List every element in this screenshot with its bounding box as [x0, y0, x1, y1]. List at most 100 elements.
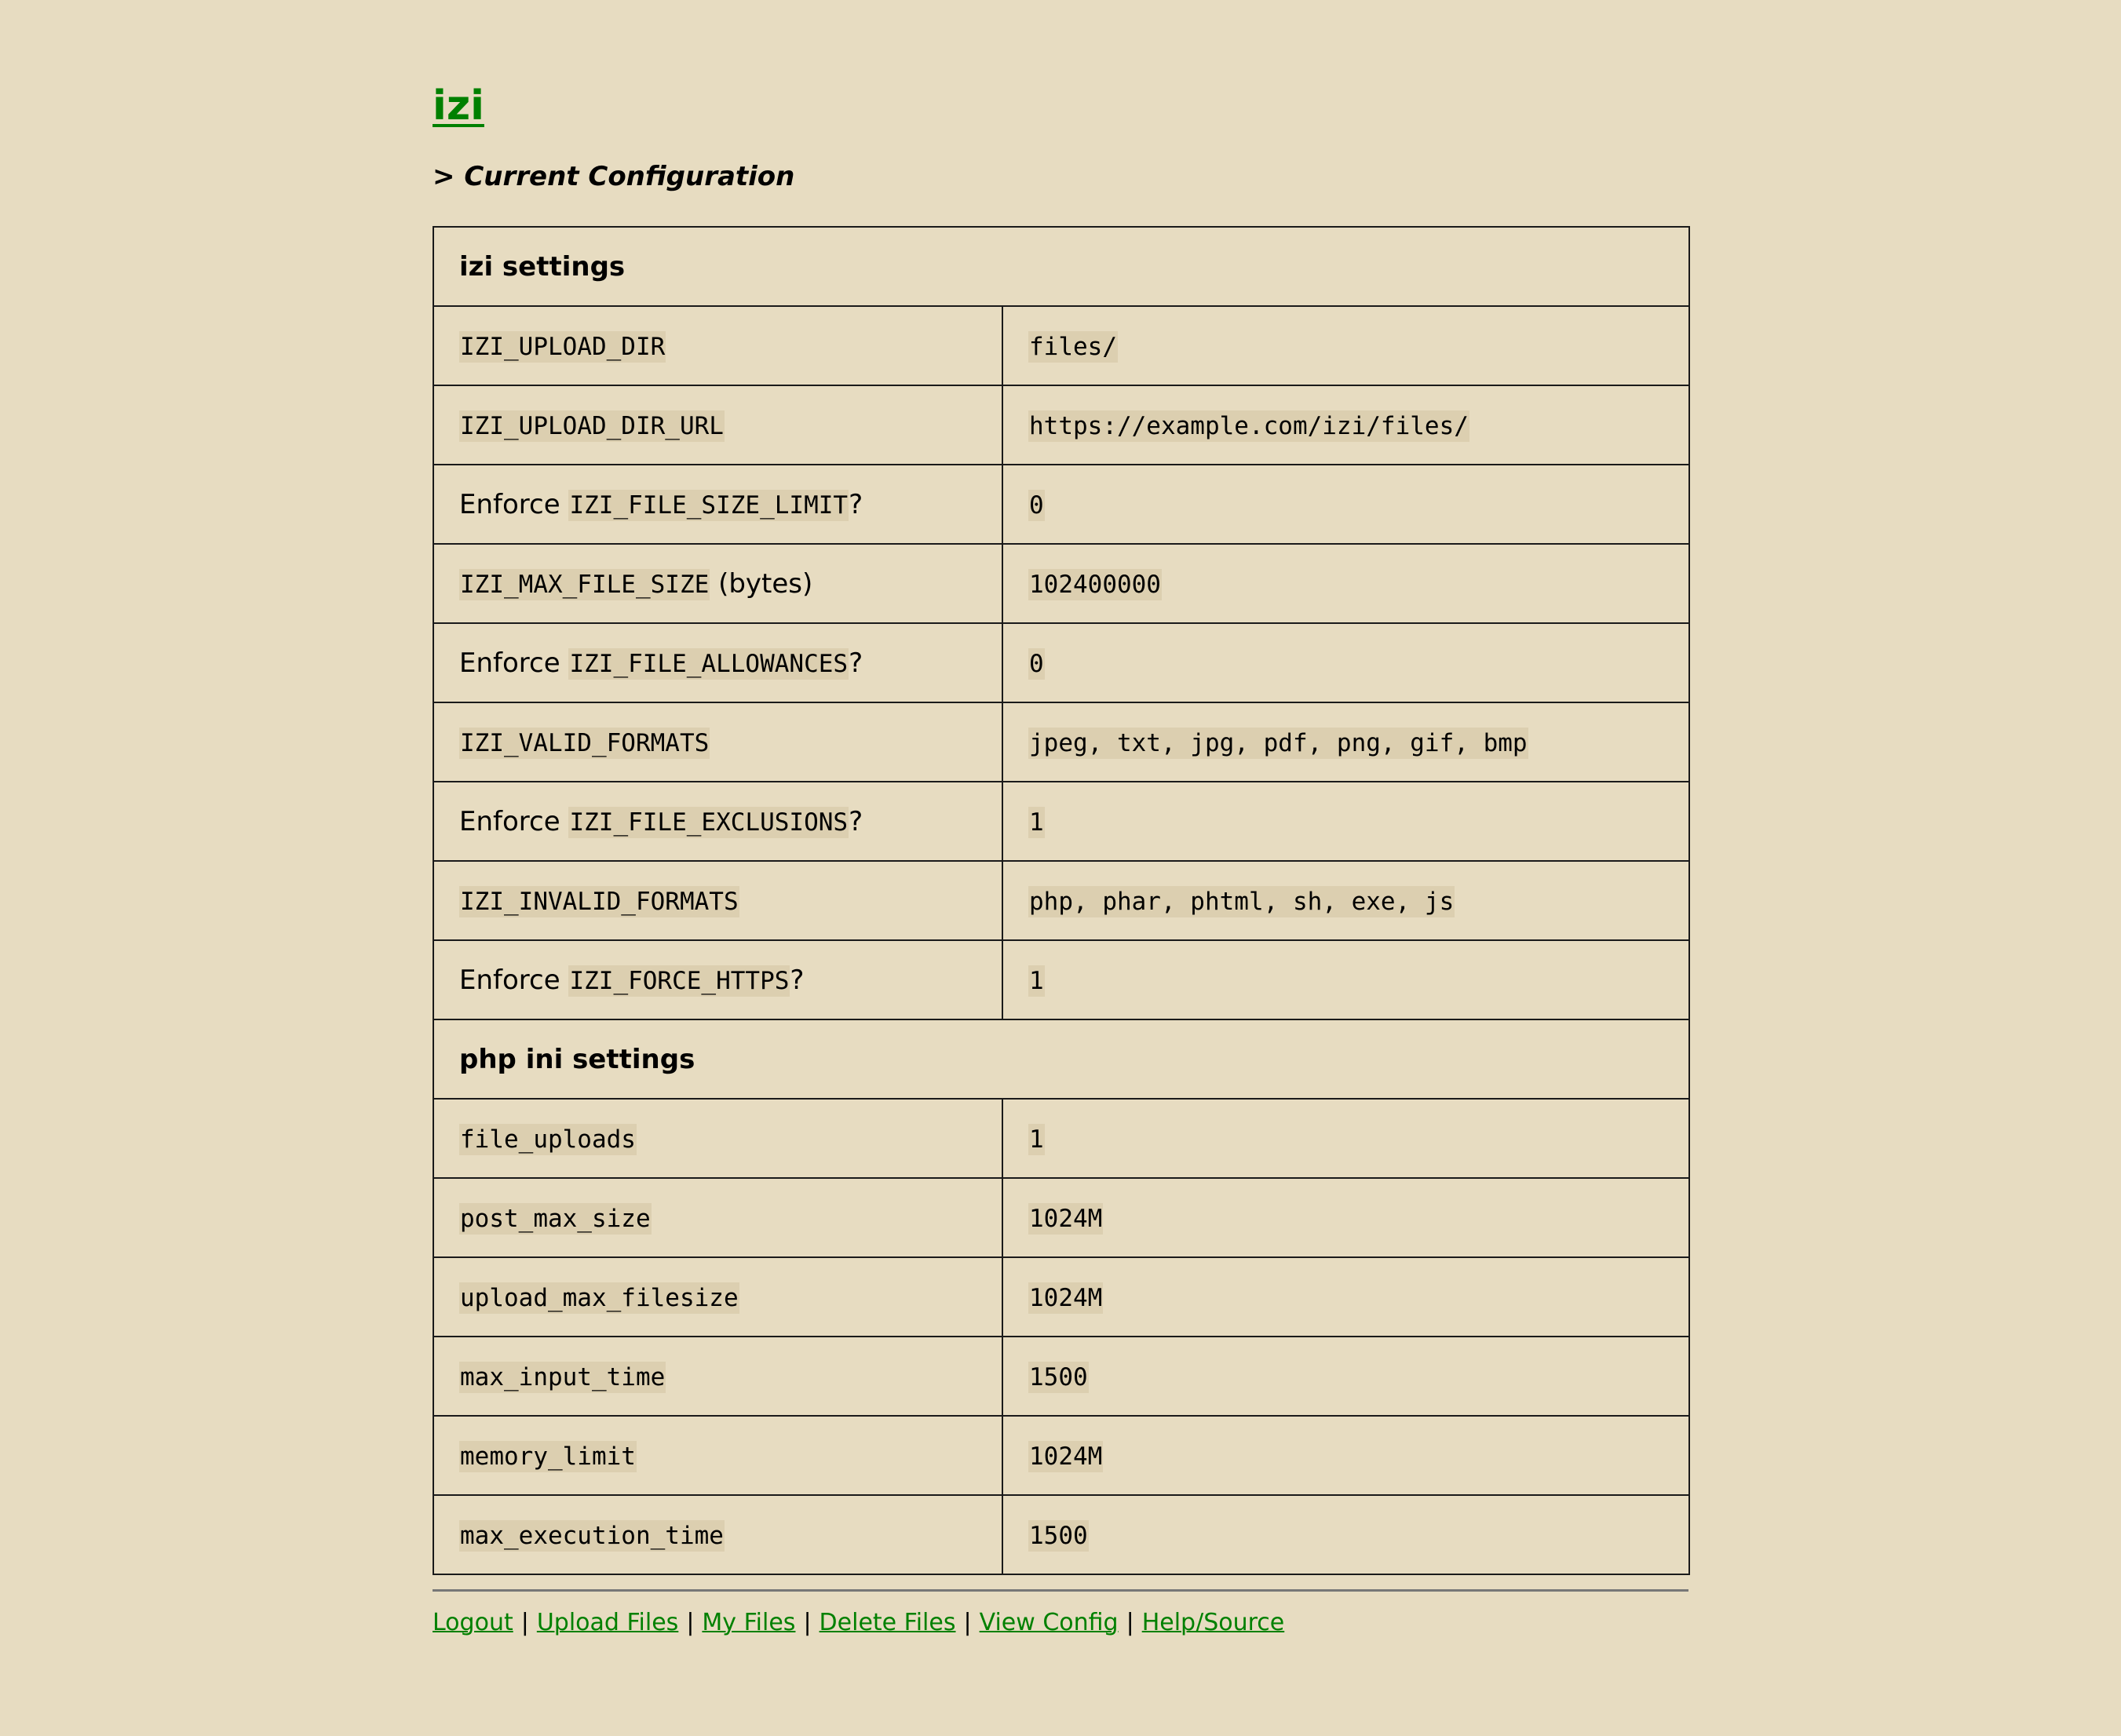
setting-key: memory_limit: [433, 1415, 1003, 1496]
setting-code: IZI_FILE_EXCLUSIONS: [568, 806, 849, 838]
setting-code: IZI_MAX_FILE_SIZE: [459, 568, 710, 600]
nav-separator: |: [686, 1609, 695, 1636]
table-row: IZI_INVALID_FORMATS php, phar, phtml, sh…: [433, 860, 1691, 941]
setting-key: Enforce IZI_FORCE_HTTPS?: [433, 939, 1003, 1020]
setting-code: post_max_size: [459, 1202, 652, 1235]
value-code: 0: [1028, 489, 1045, 521]
setting-key: IZI_MAX_FILE_SIZE (bytes): [433, 543, 1003, 624]
key-suffix: ?: [849, 647, 863, 679]
setting-value: 1024M: [1001, 1177, 1691, 1258]
setting-key: upload_max_filesize: [433, 1256, 1003, 1337]
setting-value: 1: [1001, 1098, 1691, 1179]
site-title-link[interactable]: izi: [433, 82, 484, 129]
setting-value: 1: [1001, 781, 1691, 862]
setting-value: files/: [1001, 305, 1691, 386]
setting-code: IZI_VALID_FORMATS: [459, 727, 710, 759]
section-heading-php: php ini settings: [432, 1019, 1691, 1100]
view-config-link[interactable]: View Config: [980, 1609, 1119, 1636]
table-row: max_input_time 1500: [433, 1336, 1691, 1417]
table-row: memory_limit 1024M: [433, 1415, 1691, 1496]
setting-key: Enforce IZI_FILE_ALLOWANCES?: [433, 622, 1003, 703]
setting-value: 1: [1001, 939, 1691, 1020]
key-prefix: Enforce: [459, 964, 569, 996]
setting-code: IZI_FILE_SIZE_LIMIT: [568, 489, 849, 521]
section-row-izi: izi settings: [432, 226, 1691, 307]
setting-code: file_uploads: [459, 1123, 637, 1155]
key-suffix: ?: [790, 964, 805, 996]
table-row: file_uploads 1: [433, 1098, 1691, 1179]
upload-files-link[interactable]: Upload Files: [537, 1609, 678, 1636]
table-row: IZI_MAX_FILE_SIZE (bytes) 102400000: [433, 543, 1691, 624]
setting-code: IZI_FORCE_HTTPS: [568, 965, 790, 997]
footer-divider: [433, 1589, 1688, 1592]
value-code: php, phar, phtml, sh, exe, js: [1028, 885, 1455, 917]
setting-key: Enforce IZI_FILE_SIZE_LIMIT?: [433, 464, 1003, 545]
setting-code: memory_limit: [459, 1440, 637, 1472]
table-row: Enforce IZI_FILE_EXCLUSIONS? 1: [433, 781, 1691, 862]
value-code: 1500: [1028, 1519, 1089, 1552]
key-prefix: Enforce: [459, 647, 569, 679]
setting-key: file_uploads: [433, 1098, 1003, 1179]
setting-value: 0: [1001, 622, 1691, 703]
key-suffix: (bytes): [710, 567, 813, 600]
key-prefix: Enforce: [459, 805, 569, 837]
setting-code: IZI_FILE_ALLOWANCES: [568, 647, 849, 680]
setting-key: Enforce IZI_FILE_EXCLUSIONS?: [433, 781, 1003, 862]
value-code: jpeg, txt, jpg, pdf, png, gif, bmp: [1028, 727, 1528, 759]
value-code: 0: [1028, 647, 1045, 680]
key-suffix: ?: [849, 805, 863, 837]
setting-value: 1500: [1001, 1336, 1691, 1417]
table-row: max_execution_time 1500: [433, 1494, 1691, 1575]
value-code: 1: [1028, 965, 1045, 997]
table-row: Enforce IZI_FILE_SIZE_LIMIT? 0: [433, 464, 1691, 545]
section-row-php: php ini settings: [432, 1019, 1691, 1100]
setting-key: max_execution_time: [433, 1494, 1003, 1575]
setting-value: 1024M: [1001, 1256, 1691, 1337]
help-source-link[interactable]: Help/Source: [1142, 1609, 1285, 1636]
setting-code: max_execution_time: [459, 1519, 725, 1552]
value-code: 1024M: [1028, 1440, 1104, 1472]
my-files-link[interactable]: My Files: [702, 1609, 795, 1636]
setting-code: max_input_time: [459, 1361, 666, 1393]
table-row: Enforce IZI_FILE_ALLOWANCES? 0: [433, 622, 1691, 703]
setting-value: 1024M: [1001, 1415, 1691, 1496]
value-code: 1024M: [1028, 1282, 1104, 1314]
setting-key: IZI_VALID_FORMATS: [433, 702, 1003, 782]
setting-value: 0: [1001, 464, 1691, 545]
table-row: IZI_VALID_FORMATS jpeg, txt, jpg, pdf, p…: [433, 702, 1691, 782]
setting-key: post_max_size: [433, 1177, 1003, 1258]
setting-value: 102400000: [1001, 543, 1691, 624]
value-code: 1500: [1028, 1361, 1089, 1393]
delete-files-link[interactable]: Delete Files: [820, 1609, 956, 1636]
footer-nav: Logout | Upload Files | My Files | Delete File…: [433, 1607, 1688, 1639]
table-row: Enforce IZI_FORCE_HTTPS? 1: [433, 939, 1691, 1020]
config-table: izi settings IZI_UPLOAD_DIR files/ IZI_U…: [432, 226, 1691, 1575]
nav-separator: |: [1126, 1609, 1134, 1636]
value-code: 102400000: [1028, 568, 1162, 600]
setting-key: IZI_UPLOAD_DIR: [433, 305, 1003, 386]
setting-code: IZI_UPLOAD_DIR_URL: [459, 410, 725, 442]
setting-code: IZI_INVALID_FORMATS: [459, 885, 739, 917]
page-subtitle: > Current Configuration: [433, 161, 795, 192]
setting-key: max_input_time: [433, 1336, 1003, 1417]
nav-separator: |: [803, 1609, 812, 1636]
logout-link[interactable]: Logout: [433, 1609, 513, 1636]
page-container: izi > Current Configuration izi settings…: [432, 0, 1691, 1639]
setting-key: IZI_UPLOAD_DIR_URL: [433, 385, 1003, 465]
key-prefix: Enforce: [459, 488, 569, 520]
nav-separator: |: [520, 1609, 529, 1636]
table-row: IZI_UPLOAD_DIR files/: [433, 305, 1691, 386]
table-row: post_max_size 1024M: [433, 1177, 1691, 1258]
value-code: 1: [1028, 1123, 1045, 1155]
nav-separator: |: [963, 1609, 972, 1636]
setting-key: IZI_INVALID_FORMATS: [433, 860, 1003, 941]
table-row: upload_max_filesize 1024M: [433, 1256, 1691, 1337]
setting-value: jpeg, txt, jpg, pdf, png, gif, bmp: [1001, 702, 1691, 782]
key-suffix: ?: [849, 488, 863, 520]
setting-value: 1500: [1001, 1494, 1691, 1575]
setting-code: IZI_UPLOAD_DIR: [459, 330, 666, 363]
table-row: IZI_UPLOAD_DIR_URL https://example.com/i…: [433, 385, 1691, 465]
value-code: files/: [1028, 330, 1118, 363]
value-code: 1: [1028, 806, 1045, 838]
value-code: 1024M: [1028, 1202, 1104, 1235]
